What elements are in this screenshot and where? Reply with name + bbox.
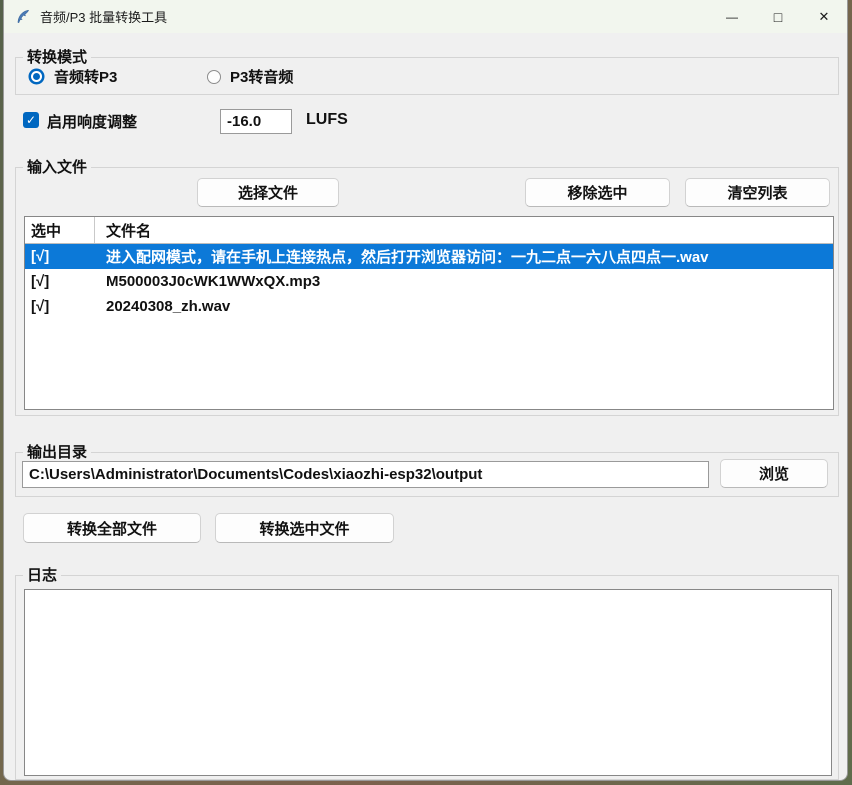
output-dir-label: 输出目录 (23, 443, 91, 462)
radio-unselected-icon (207, 70, 221, 84)
output-path-input[interactable] (22, 461, 709, 488)
file-row[interactable]: [√] 进入配网模式，请在手机上连接热点，然后打开浏览器访问：一九二点一六八点四… (25, 244, 833, 269)
row-filename-cell[interactable]: 20240308_zh.wav (95, 298, 230, 315)
app-window: 音频/P3 批量转换工具 — □ ✕ 转换模式 音频转P3 P3转音频 ✓ 启用… (3, 0, 848, 781)
input-files-label: 输入文件 (23, 158, 91, 177)
select-files-button[interactable]: 选择文件 (197, 178, 339, 207)
row-filename-cell[interactable]: M500003J0cWK1WWxQX.mp3 (95, 273, 320, 290)
window-title: 音频/P3 批量转换工具 (40, 7, 167, 26)
file-row[interactable]: [√] M500003J0cWK1WWxQX.mp3 (25, 269, 833, 294)
loudness-label[interactable]: 启用响度调整 (47, 111, 137, 132)
mode-group-frame: 转换模式 音频转P3 P3转音频 (15, 57, 839, 95)
row-checked-cell[interactable]: [√] (25, 273, 95, 290)
remove-selected-button[interactable]: 移除选中 (525, 178, 670, 207)
column-header-filename[interactable]: 文件名 (95, 217, 833, 243)
title-bar[interactable]: 音频/P3 批量转换工具 — □ ✕ (4, 0, 847, 33)
input-files-frame: 输入文件 选择文件 移除选中 清空列表 选中 文件名 [√] 进入配网模式，请在… (15, 167, 839, 416)
radio-label: 音频转P3 (54, 66, 117, 87)
clear-list-button[interactable]: 清空列表 (685, 178, 830, 207)
maximize-icon[interactable]: □ (755, 0, 801, 33)
radio-p3-to-audio[interactable]: P3转音频 (207, 66, 293, 87)
feather-app-icon (15, 9, 31, 25)
close-icon[interactable]: ✕ (801, 0, 847, 33)
log-textarea[interactable] (24, 589, 832, 776)
log-label: 日志 (23, 566, 61, 585)
browse-button[interactable]: 浏览 (720, 459, 828, 488)
file-list-header: 选中 文件名 (25, 217, 833, 244)
convert-all-button[interactable]: 转换全部文件 (23, 513, 201, 543)
output-dir-frame: 输出目录 浏览 (15, 452, 839, 497)
column-header-checked[interactable]: 选中 (25, 217, 95, 243)
lufs-input[interactable] (220, 109, 292, 134)
mode-group-label: 转换模式 (23, 48, 91, 67)
window-controls: — □ ✕ (709, 0, 847, 33)
radio-audio-to-p3[interactable]: 音频转P3 (28, 66, 117, 87)
log-frame: 日志 (15, 575, 839, 780)
file-list[interactable]: 选中 文件名 [√] 进入配网模式，请在手机上连接热点，然后打开浏览器访问：一九… (24, 216, 834, 410)
row-checked-cell[interactable]: [√] (25, 248, 95, 265)
radio-selected-icon (33, 73, 40, 80)
convert-selected-button[interactable]: 转换选中文件 (215, 513, 394, 543)
lufs-unit-label: LUFS (306, 111, 348, 129)
row-filename-cell[interactable]: 进入配网模式，请在手机上连接热点，然后打开浏览器访问：一九二点一六八点四点一.w… (95, 246, 709, 267)
loudness-checkbox[interactable]: ✓ (23, 112, 39, 128)
checkmark-icon: ✓ (26, 113, 36, 127)
radio-label: P3转音频 (230, 66, 293, 87)
file-row[interactable]: [√] 20240308_zh.wav (25, 294, 833, 319)
row-checked-cell[interactable]: [√] (25, 298, 95, 315)
minimize-icon[interactable]: — (709, 0, 755, 33)
